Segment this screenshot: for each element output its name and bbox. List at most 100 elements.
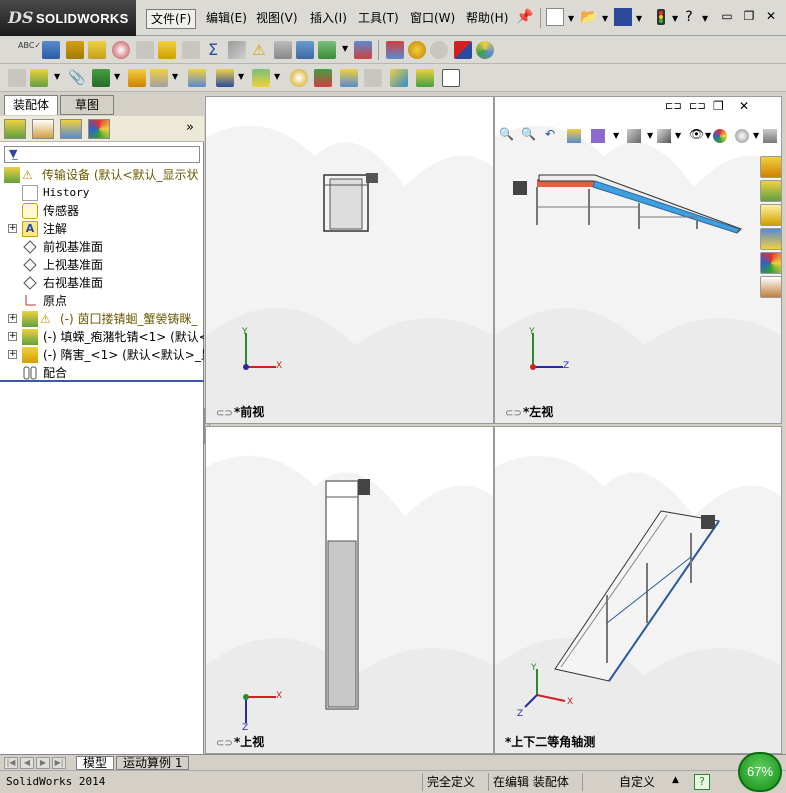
menu-edit[interactable]: 编辑(E) xyxy=(202,9,251,29)
smart-fasteners-icon[interactable] xyxy=(128,69,146,87)
chevron-down-icon[interactable]: ▼ xyxy=(702,14,708,23)
link-icon[interactable]: ⊂⊃ xyxy=(216,738,234,749)
chevron-down-icon[interactable]: ▼ xyxy=(753,131,759,140)
next-tab-arrow-icon[interactable]: ▶ xyxy=(36,757,50,769)
mass-properties-icon[interactable] xyxy=(66,41,84,59)
rollback-bar[interactable] xyxy=(0,380,204,382)
tree-item-origin[interactable]: 原点 xyxy=(0,292,204,310)
chevron-down-icon[interactable]: ▼ xyxy=(602,14,608,23)
settings-gear-icon[interactable] xyxy=(408,41,426,59)
menu-view[interactable]: 视图(V) xyxy=(252,9,302,29)
chevron-down-icon[interactable]: ▼ xyxy=(705,131,711,140)
last-tab-arrow-icon[interactable]: ▶| xyxy=(52,757,66,769)
solidworks-resources-icon[interactable] xyxy=(760,156,782,178)
update-speedpak-icon[interactable] xyxy=(416,69,434,87)
chevron-down-icon[interactable]: ▼ xyxy=(675,131,681,140)
expand-plus-icon[interactable]: + xyxy=(8,350,17,359)
assembly-features-icon[interactable] xyxy=(216,69,234,87)
tree-item-root-assembly[interactable]: ⚠ 传输设备 (默认<默认_显示状 xyxy=(0,166,204,184)
tree-item-sensors[interactable]: 传感器 xyxy=(0,202,204,220)
chevron-down-icon[interactable]: ▼ xyxy=(613,131,619,140)
view-orientation-icon[interactable] xyxy=(627,129,641,143)
open-folder-icon[interactable]: 📂 xyxy=(580,8,598,26)
move-component-icon[interactable] xyxy=(150,69,168,87)
display-style-icon[interactable] xyxy=(657,129,671,143)
tab-assembly[interactable]: 装配体 xyxy=(4,95,58,115)
chevron-down-icon[interactable]: ▼ xyxy=(647,131,653,140)
warning-icon[interactable]: ⚠ xyxy=(250,41,268,59)
close-button[interactable]: ✕ xyxy=(762,8,780,26)
tree-item-right-plane[interactable]: 右视基准面 xyxy=(0,274,204,292)
expand-plus-icon[interactable]: + xyxy=(8,314,17,323)
units-selector[interactable]: 自定义 xyxy=(582,773,666,791)
macro-icon[interactable] xyxy=(386,41,404,59)
section-properties-icon[interactable] xyxy=(88,41,106,59)
view-palette-icon[interactable] xyxy=(760,228,782,250)
chevron-down-icon[interactable]: ▼ xyxy=(636,14,642,23)
view-settings-icon[interactable] xyxy=(763,129,777,143)
tree-item-top-plane[interactable]: 上视基准面 xyxy=(0,256,204,274)
new-document-icon[interactable] xyxy=(546,8,564,26)
prev-tab-arrow-icon[interactable]: ◀ xyxy=(20,757,34,769)
new-motion-study-icon[interactable] xyxy=(290,69,308,87)
clearance-icon[interactable] xyxy=(274,41,292,59)
tree-item-annotations[interactable]: + A 注解 xyxy=(0,220,204,238)
tree-item-part[interactable]: + (-) 隋害_<1> (默认<默认>_显 xyxy=(0,346,204,364)
tree-item-subassembly-2[interactable]: + (-) 填蝾_疱潴牝锖<1> (默认< xyxy=(0,328,204,346)
pushpin-icon[interactable]: 📌 xyxy=(516,8,534,26)
check-icon[interactable] xyxy=(158,41,176,59)
link-icon[interactable]: ⊂⊃ xyxy=(505,408,523,419)
dynamic-annotation-icon[interactable] xyxy=(591,129,605,143)
expand-plus-icon[interactable]: + xyxy=(8,224,17,233)
bill-of-materials-icon[interactable] xyxy=(314,69,332,87)
appearances-icon[interactable] xyxy=(760,252,782,274)
tree-filter[interactable]: ▼̲ xyxy=(4,146,200,163)
chevron-down-icon[interactable]: ▼ xyxy=(54,72,60,81)
solidworks-logo[interactable]: DS SOLIDWORKS xyxy=(0,0,136,36)
apply-scene-icon[interactable] xyxy=(735,129,749,143)
measure-icon[interactable] xyxy=(42,41,60,59)
view-restore-icon[interactable]: ❐ xyxy=(713,99,724,113)
tree-item-history[interactable]: History xyxy=(0,184,204,202)
exploded-view-icon[interactable] xyxy=(340,69,358,87)
help-icon[interactable]: ? xyxy=(694,774,710,790)
property-manager-icon[interactable] xyxy=(32,119,54,139)
paperclip-mate-icon[interactable]: 📎 xyxy=(68,69,86,87)
custom-properties-icon[interactable] xyxy=(760,276,782,298)
viewport-front[interactable]: Y X ⊂⊃*前视 xyxy=(205,96,494,424)
help-question-icon[interactable]: ? xyxy=(680,8,698,26)
chevron-down-icon[interactable]: ▼ xyxy=(238,72,244,81)
restore-button[interactable]: ❐ xyxy=(740,8,758,26)
tab-sketch[interactable]: 草图 xyxy=(60,95,114,115)
first-tab-arrow-icon[interactable]: |◀ xyxy=(4,757,18,769)
expand-plus-icon[interactable]: + xyxy=(8,332,17,341)
show-hidden-icon[interactable] xyxy=(188,69,206,87)
tab-model[interactable]: 模型 xyxy=(76,756,115,770)
insert-component-icon[interactable] xyxy=(30,69,48,87)
viewport-left[interactable]: ⊏⊐ ⊏⊐ ❐ ✕ 🔍 🔍 ↶ ▼ ▼ ▼ 👁 ▼ ▼ Y Z ⊂⊃*左视 xyxy=(494,96,782,424)
viewport-isometric[interactable]: Y X Z *上下二等角轴测 xyxy=(494,426,782,754)
check-geometry-icon[interactable] xyxy=(318,41,336,59)
chevron-down-icon[interactable]: ▼ xyxy=(342,44,348,53)
section-view-icon[interactable] xyxy=(567,129,581,143)
chevron-down-icon[interactable]: ▼ xyxy=(672,14,678,23)
reference-geometry-icon[interactable] xyxy=(252,69,270,87)
menu-tools[interactable]: 工具(T) xyxy=(354,9,403,29)
previous-view-icon[interactable]: ↶ xyxy=(545,127,555,141)
configuration-manager-icon[interactable] xyxy=(60,119,82,139)
equations-sigma-icon[interactable]: Σ xyxy=(204,41,222,59)
link-icon[interactable]: ⊂⊃ xyxy=(216,408,234,419)
view-split-horizontal-icon[interactable]: ⊏⊐ xyxy=(665,101,682,112)
zoom-indicator[interactable]: 67% xyxy=(738,752,782,792)
feature-manager-icon[interactable] xyxy=(4,119,26,139)
zoom-to-fit-icon[interactable]: 🔍 xyxy=(499,127,514,141)
menu-help[interactable]: 帮助(H) xyxy=(462,9,512,29)
view-split-vertical-icon[interactable]: ⊏⊐ xyxy=(689,101,706,112)
view-close-icon[interactable]: ✕ xyxy=(739,99,749,113)
display-manager-icon[interactable] xyxy=(88,119,110,139)
hide-show-items-icon[interactable]: 👁 xyxy=(689,127,704,141)
save-icon[interactable] xyxy=(614,8,632,26)
menu-window[interactable]: 窗口(W) xyxy=(406,9,459,29)
tab-motion-study[interactable]: 运动算例 1 xyxy=(116,756,190,770)
minimize-button[interactable]: ▭ xyxy=(718,8,736,26)
